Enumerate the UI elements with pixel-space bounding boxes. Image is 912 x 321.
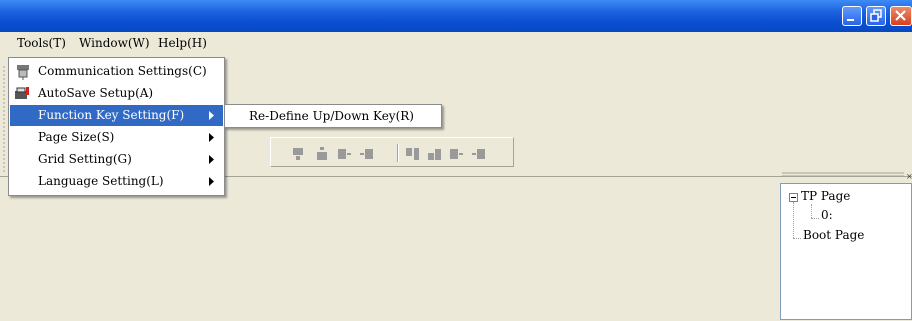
editor-workspace[interactable] [0,176,912,321]
tree-node-boot-page[interactable]: Boot Page [803,228,864,242]
pane-grip[interactable]: × [780,171,912,179]
space-horizontal-icon[interactable] [449,147,465,161]
menu-item-label: Language Setting(L) [38,174,164,188]
same-width-icon[interactable] [427,147,443,161]
submenu-arrow-icon [209,133,214,142]
svg-text:×: × [906,172,912,179]
menu-help[interactable]: Help(H) [158,36,207,50]
menu-item-label: Communication Settings(C) [38,64,207,78]
submenu-arrow-icon [209,177,214,186]
page-tree-pane: × TP Page 0: Boot Page [780,171,912,320]
align-left-icon[interactable] [337,147,353,161]
submenu-arrow-icon [209,155,214,164]
submenu-arrow-icon [209,111,214,120]
restore-button[interactable] [866,6,886,26]
minimize-icon [847,19,854,21]
menu-item-function-key-setting[interactable]: Function Key Setting(F) [10,105,223,126]
menu-item-label: Function Key Setting(F) [38,108,185,122]
menu-bar: Tools(T) Window(W) Help(H) [0,32,912,54]
same-height-icon[interactable] [405,147,421,161]
align-right-icon[interactable] [359,147,375,161]
space-vertical-icon[interactable] [471,147,487,161]
menu-item-page-size[interactable]: Page Size(S) [10,127,223,148]
menu-item-label: Grid Setting(G) [38,152,132,166]
tools-menu: Communication Settings(C) AutoSave Setup… [8,57,225,196]
function-key-submenu: Re-Define Up/Down Key(R) [224,104,442,128]
menu-item-communication-settings[interactable]: Communication Settings(C) [10,61,223,82]
communication-icon [17,65,29,80]
close-button[interactable] [890,6,912,26]
tree-node-tp-page[interactable]: TP Page [801,189,850,203]
tree-node-page-0[interactable]: 0: [821,208,833,222]
menu-window[interactable]: Window(W) [79,36,150,50]
menu-item-language-setting[interactable]: Language Setting(L) [10,171,223,192]
page-tree: TP Page 0: Boot Page [780,183,912,320]
minimize-button[interactable] [842,6,862,26]
align-middle-icon[interactable] [315,147,329,161]
menu-tools[interactable]: Tools(T) [17,36,66,50]
window-titlebar [0,0,912,32]
menu-item-label: AutoSave Setup(A) [38,86,154,100]
toolbar-separator [397,144,398,162]
autosave-icon [15,87,29,99]
menu-item-label: Page Size(S) [38,130,115,144]
alignment-toolbar [270,137,514,167]
collapse-icon[interactable] [789,193,798,202]
menu-item-redefine-up-down-key[interactable]: Re-Define Up/Down Key(R) [249,109,414,123]
menu-item-grid-setting[interactable]: Grid Setting(G) [10,149,223,170]
close-icon [895,10,906,21]
menu-item-autosave-setup[interactable]: AutoSave Setup(A) [10,83,223,104]
align-top-icon[interactable] [291,147,305,161]
restore-icon [870,9,882,22]
